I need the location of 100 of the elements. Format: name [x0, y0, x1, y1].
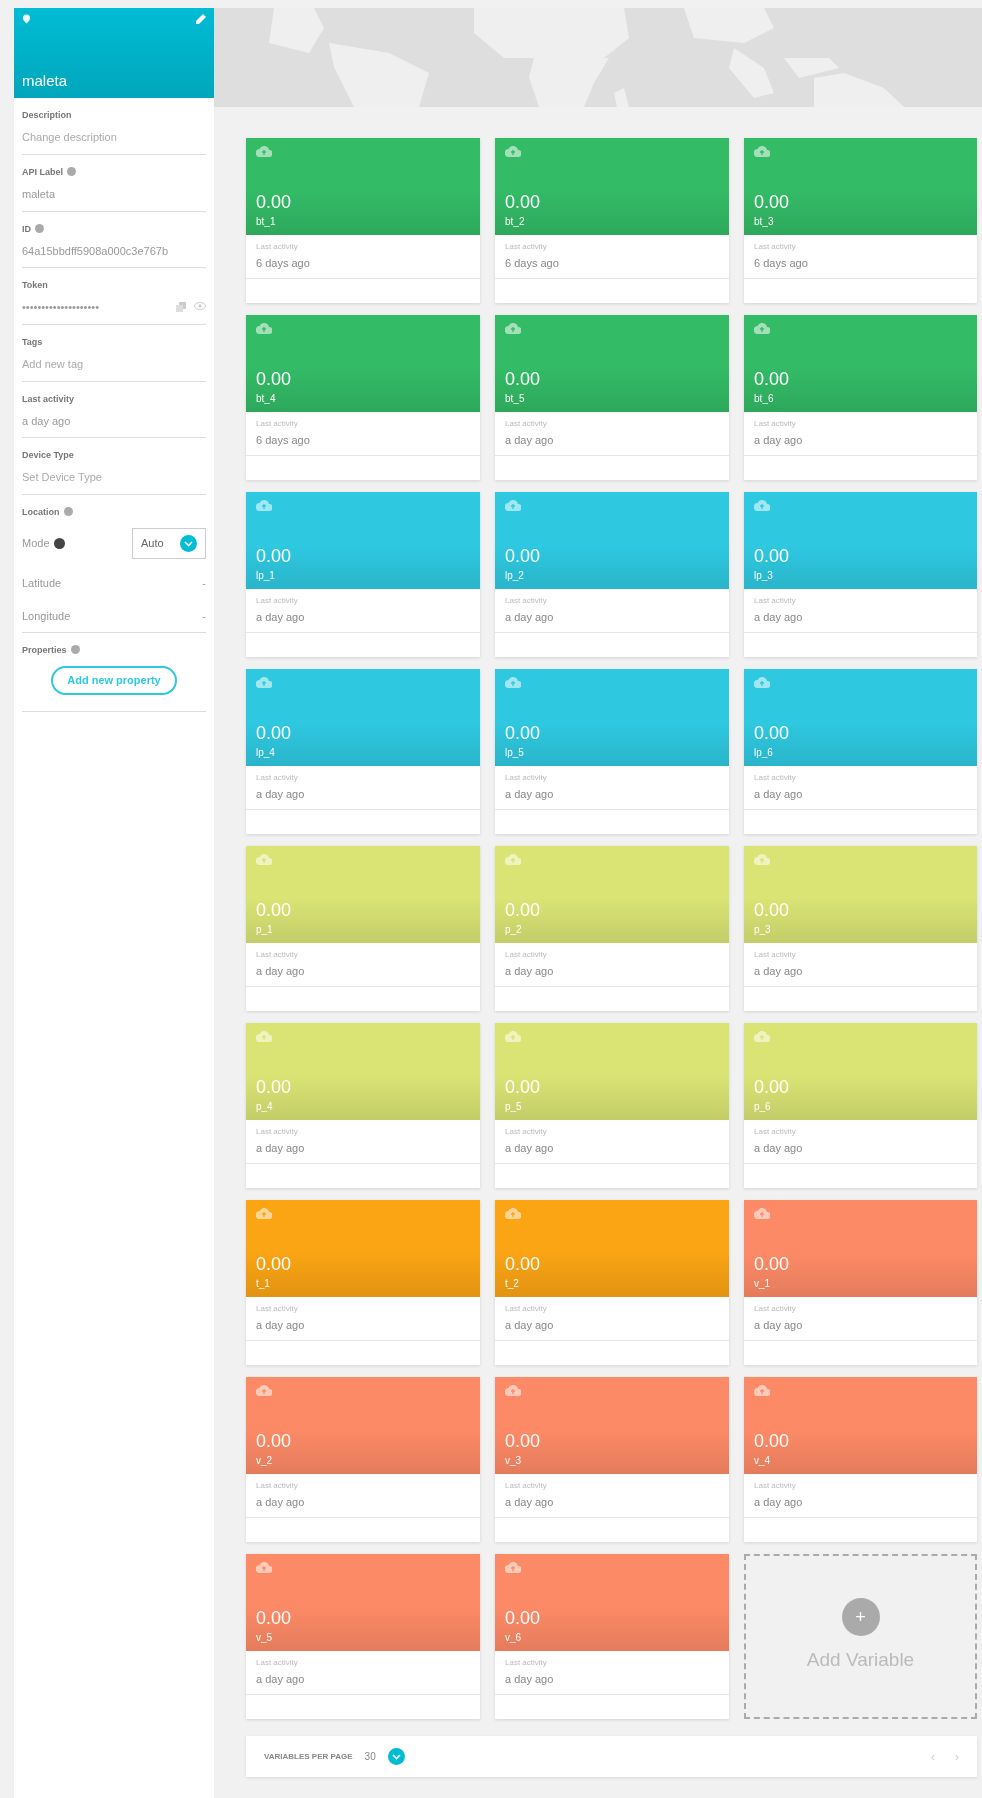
pencil-icon[interactable] — [195, 14, 206, 25]
variable-name: t_2 — [505, 1277, 520, 1291]
activity-time: a day ago — [754, 964, 804, 979]
variable-name: lp_5 — [505, 746, 525, 760]
cloud-upload-icon — [256, 677, 272, 688]
variable-name: lp_6 — [754, 746, 774, 760]
variable-name: v_2 — [256, 1454, 274, 1468]
cloud-upload-icon — [256, 1208, 272, 1219]
copy-icon[interactable] — [176, 302, 186, 313]
info-icon — [63, 507, 73, 516]
cloud-upload-icon — [505, 854, 521, 865]
per-page-value: 30 — [364, 1750, 376, 1764]
activity-time: a day ago — [505, 1318, 555, 1333]
variable-value: 0.00 — [754, 724, 791, 742]
cloud-upload-icon — [256, 1031, 272, 1042]
activity-time: a day ago — [256, 610, 306, 625]
variable-name: bt_5 — [505, 392, 526, 406]
variable-value: 0.00 — [505, 547, 542, 565]
field-label: Last activity — [22, 393, 75, 404]
activity-time: a day ago — [754, 433, 804, 448]
eye-icon[interactable] — [194, 302, 206, 311]
variable-name: bt_2 — [505, 215, 526, 229]
variable-name: v_6 — [505, 1631, 523, 1645]
cloud-upload-icon — [505, 1031, 521, 1042]
dropdown-icon[interactable] — [180, 535, 197, 552]
variable-value: 0.00 — [754, 370, 791, 388]
variable-name: v_5 — [256, 1631, 274, 1645]
activity-time: a day ago — [505, 964, 555, 979]
field-label: Tags — [22, 336, 43, 347]
variable-value: 0.00 — [505, 1432, 542, 1450]
plus-icon: + — [841, 1598, 880, 1637]
token-value: •••••••••••••••••••• — [22, 300, 100, 315]
variable-name: p_3 — [754, 923, 772, 937]
variable-name: p_5 — [505, 1100, 523, 1114]
activity-time: 6 days ago — [256, 433, 311, 448]
variable-name: lp_4 — [256, 746, 276, 760]
activity-time: 6 days ago — [754, 256, 809, 271]
add-property-button[interactable]: Add new property — [51, 666, 177, 695]
device-name: maleta — [22, 70, 69, 91]
cloud-upload-icon — [754, 1385, 770, 1396]
field-label: Location — [22, 507, 60, 517]
info-icon — [35, 223, 44, 233]
cloud-upload-icon — [754, 1031, 770, 1042]
variable-value: 0.00 — [754, 1078, 791, 1096]
variable-name: v_1 — [754, 1277, 772, 1291]
variable-name: bt_6 — [754, 392, 775, 406]
variable-name: p_2 — [505, 923, 523, 937]
text-field[interactable]: Change description — [22, 129, 206, 146]
location-pin-icon — [22, 14, 31, 24]
activity-time: a day ago — [754, 610, 804, 625]
activity-time: a day ago — [256, 1141, 306, 1156]
variable-value: 0.00 — [256, 1432, 293, 1450]
variable-name: t_1 — [256, 1277, 271, 1291]
variable-name: p_4 — [256, 1100, 274, 1114]
variable-value: 0.00 — [256, 901, 293, 919]
variable-value: 0.00 — [754, 547, 791, 565]
variable-name: p_6 — [754, 1100, 772, 1114]
variable-value: 0.00 — [505, 1078, 542, 1096]
activity-time: a day ago — [256, 1495, 306, 1510]
cloud-upload-icon — [754, 677, 770, 688]
activity-time: 6 days ago — [505, 256, 560, 271]
activity-time: a day ago — [505, 433, 555, 448]
variable-value: 0.00 — [754, 901, 791, 919]
variable-name: lp_2 — [505, 569, 525, 583]
variable-value: 0.00 — [256, 1078, 293, 1096]
text-field[interactable]: Set Device Type — [22, 469, 206, 486]
cloud-upload-icon — [505, 677, 521, 688]
activity-time: a day ago — [505, 1672, 555, 1687]
field-label: Description — [22, 110, 72, 120]
cloud-upload-icon — [256, 854, 272, 865]
cloud-upload-icon — [505, 1385, 521, 1396]
field-label: Longitude — [22, 608, 71, 624]
activity-time: a day ago — [754, 787, 804, 802]
activity-time: 6 days ago — [256, 256, 311, 271]
cloud-upload-icon — [505, 323, 521, 334]
field-label: Token — [22, 280, 48, 290]
variable-value: 0.00 — [754, 193, 791, 211]
mode-dropdown[interactable]: Auto — [132, 528, 206, 559]
activity-time: a day ago — [256, 964, 306, 979]
cloud-upload-icon — [256, 1385, 272, 1396]
variable-name: p_1 — [256, 923, 274, 937]
variable-value: 0.00 — [256, 193, 293, 211]
variable-name: bt_4 — [256, 392, 277, 406]
activity-time: a day ago — [256, 1672, 306, 1687]
field-label: Mode — [22, 536, 50, 552]
activity-time: a day ago — [505, 610, 555, 625]
cloud-upload-icon — [505, 500, 521, 511]
dropdown-icon[interactable] — [387, 1748, 405, 1765]
info-icon — [70, 645, 80, 654]
activity-time: a day ago — [754, 1141, 804, 1156]
text-field[interactable]: Add new tag — [22, 355, 206, 372]
field-value: maleta — [22, 187, 57, 202]
field-label: Properties — [22, 645, 67, 655]
variable-name: bt_1 — [256, 215, 277, 229]
cloud-upload-icon — [505, 146, 521, 157]
per-page-label: VARIABLES PER PAGE — [264, 1750, 353, 1763]
variable-value: 0.00 — [505, 193, 542, 211]
info-icon — [67, 167, 76, 176]
field-value: - — [202, 576, 206, 591]
variable-value: 0.00 — [256, 1255, 293, 1273]
